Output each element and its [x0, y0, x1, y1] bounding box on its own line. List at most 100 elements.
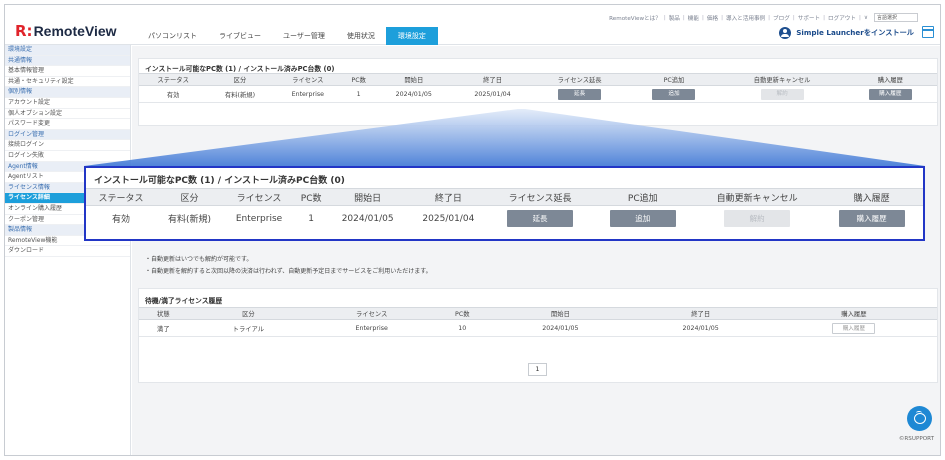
zoomed-add-pc-button[interactable]: 追加	[609, 210, 676, 228]
license-panel: インストール可能なPC数 (1) / インストール済みPC台数 (0) ステータ…	[138, 58, 938, 126]
logo-text: RemoteView	[33, 23, 117, 39]
cell-category: 有料(新規)	[207, 85, 273, 103]
cell-history: 購入履歴	[820, 206, 923, 232]
column-header: 自動更新キャンセル	[720, 73, 844, 86]
column-header: 開始日	[490, 307, 631, 320]
top-link-pricing[interactable]: 価格	[707, 14, 718, 22]
cell-pc-count: 10	[434, 319, 491, 337]
sidebar-item-password[interactable]: パスワード変更	[5, 119, 130, 130]
nav-settings[interactable]: 環境設定	[385, 27, 438, 45]
cell-cancel: 解約	[720, 85, 844, 103]
top-link-support[interactable]: サポート	[798, 14, 820, 22]
zoomed-extend-button[interactable]: 延長	[507, 210, 574, 228]
cell-category: トライアル	[187, 319, 310, 337]
sidebar-item-basic-info[interactable]: 基本情報管理	[5, 66, 130, 77]
cancel-autorenew-button[interactable]: 解約	[760, 88, 804, 100]
column-header: ライセンス	[309, 307, 435, 320]
table-row: 有効 有料(新規) Enterprise 1 2024/01/05 2025/0…	[86, 206, 923, 232]
cell-pc-count: 1	[308, 213, 315, 224]
chat-support-icon[interactable]	[907, 406, 932, 431]
sidebar: 環境設定 共通情報 基本情報管理 共通・セキュリティ設定 個別情報 アカウント設…	[5, 45, 131, 455]
nav-usage[interactable]: 使用状況	[336, 29, 386, 45]
column-header: 開始日	[374, 73, 454, 86]
cell-license: Enterprise	[235, 213, 283, 224]
zoomed-purchase-history-button[interactable]: 購入履歴	[838, 210, 905, 228]
top-link-product[interactable]: 製品	[669, 14, 680, 22]
cell-add: 追加	[591, 206, 694, 232]
column-header: ステータス	[139, 73, 208, 86]
sidebar-section-common[interactable]: 共通情報	[5, 55, 130, 67]
top-link-logout[interactable]: ログアウト	[828, 14, 856, 22]
top-link-features[interactable]: 機能	[688, 14, 699, 22]
sidebar-item-account[interactable]: アカウント設定	[5, 98, 130, 109]
nav-user-management[interactable]: ユーザー管理	[272, 29, 336, 45]
user-download-icon	[779, 27, 792, 39]
install-launcher-link[interactable]: Simple Launcherをインストール	[779, 27, 914, 39]
sidebar-section-individual[interactable]: 個別情報	[5, 87, 130, 98]
zoomed-license-title: インストール可能なPC数 (1) / インストール済みPC台数 (0)	[94, 176, 345, 186]
notes: ・自動更新はいつでも解約が可能です。 ・自動更新を解約すると次回以降の決済は行わ…	[145, 254, 432, 278]
history-table-header: 状態 区分 ライセンス PC数 開始日 終了日 購入履歴	[139, 307, 937, 320]
table-row: 満了 トライアル Enterprise 10 2024/01/05 2024/0…	[139, 319, 937, 337]
purchase-history-button[interactable]: 購入履歴	[868, 88, 912, 100]
zoomed-table-header: ステータス 区分 ライセンス PC数 開始日 終了日 ライセンス延長 PC追加 …	[86, 188, 923, 206]
top-link-blog[interactable]: ブログ	[773, 14, 790, 22]
column-header: 終了日	[453, 73, 532, 86]
nav-live-view[interactable]: ライブビュー	[208, 29, 272, 45]
history-table: 状態 区分 ライセンス PC数 開始日 終了日 購入履歴 満了 トライアル En…	[139, 307, 937, 337]
sidebar-item-security[interactable]: 共通・セキュリティ設定	[5, 77, 130, 88]
nav-pc-list[interactable]: パソコンリスト	[137, 29, 208, 45]
license-table-header: ステータス 区分 ライセンス PC数 開始日 終了日 ライセンス延長 PC追加 …	[139, 73, 937, 86]
top-link-about[interactable]: RemoteViewとは？	[609, 14, 661, 22]
cell-history: 購入履歴	[843, 85, 937, 103]
sidebar-item-login-failure[interactable]: ログイン失敗	[5, 151, 130, 162]
cell-end-date: 2024/01/05	[630, 319, 771, 337]
cell-end-date: 2025/01/04	[422, 213, 475, 224]
cell-history: 購入履歴	[770, 319, 937, 337]
zoomed-license-table: ステータス 区分 ライセンス PC数 開始日 終了日 ライセンス延長 PC追加 …	[86, 188, 923, 232]
column-header: 購入履歴	[820, 188, 923, 206]
sidebar-section-settings[interactable]: 環境設定	[5, 45, 130, 56]
license-table: ステータス 区分 ライセンス PC数 開始日 終了日 ライセンス延長 PC追加 …	[139, 73, 937, 103]
top-links: RemoteViewとは？ | 製品 | 機能 | 価格 | 導入と活用事例 | ブログ |…	[609, 13, 918, 22]
column-header: ライセンス延長	[531, 73, 628, 86]
top-header: R: RemoteView RemoteViewとは？ | 製品 | 機能 | 価格 |…	[5, 5, 940, 45]
pagination-page-1[interactable]: 1	[528, 363, 547, 376]
column-header: 終了日	[408, 188, 489, 206]
cell-cancel: 解約	[694, 206, 820, 232]
zoomed-cancel-autorenew-button[interactable]: 解約	[724, 210, 791, 228]
history-panel-title: 待機/満了ライセンス履歴	[145, 297, 223, 305]
language-select[interactable]: 言語選択	[874, 13, 918, 22]
cell-extend: 延長	[531, 85, 628, 103]
extend-button[interactable]: 延長	[558, 88, 602, 100]
note-line: ・自動更新を解約すると次回以降の決済は行われず、自動更新予定日までサービスをご利…	[145, 268, 432, 275]
column-header: 自動更新キャンセル	[694, 188, 821, 206]
cell-start-date: 2024/01/05	[374, 85, 454, 103]
column-header: PC追加	[591, 188, 695, 206]
column-header: 状態	[139, 307, 188, 320]
column-header: ライセンス	[272, 73, 343, 86]
chevron-down-icon: ∨	[863, 14, 868, 21]
column-header: ステータス	[86, 188, 157, 206]
cell-add: 追加	[627, 85, 721, 103]
column-header: 区分	[156, 188, 223, 206]
sidebar-item-login-history[interactable]: 接続ログイン	[5, 140, 130, 151]
history-purchase-button[interactable]: 購入履歴	[832, 322, 876, 334]
install-launcher-label: Simple Launcherをインストール	[796, 28, 914, 37]
calendar-icon[interactable]	[922, 26, 934, 38]
sidebar-item-personal-options[interactable]: 個人オプション設定	[5, 109, 130, 120]
table-row: 有効 有料(新規) Enterprise 1 2024/01/05 2025/0…	[139, 85, 937, 103]
cell-end-date: 2025/01/04	[453, 85, 532, 103]
sidebar-item-download[interactable]: ダウンロード	[5, 246, 130, 257]
sidebar-section-login[interactable]: ログイン管理	[5, 129, 130, 141]
cell-extend: 延長	[489, 206, 592, 232]
column-header: 開始日	[327, 188, 408, 206]
top-link-cases[interactable]: 導入と活用事例	[726, 14, 765, 22]
column-header: ライセンス	[223, 188, 296, 206]
add-pc-button[interactable]: 追加	[652, 88, 696, 100]
remoteview-logo[interactable]: R: RemoteView	[15, 23, 117, 39]
cell-start-date: 2024/01/05	[341, 213, 394, 224]
column-header: 購入履歴	[770, 307, 937, 320]
main-content: インストール可能なPC数 (1) / インストール済みPC台数 (0) ステータ…	[132, 46, 940, 455]
column-header: PC数	[295, 188, 328, 206]
